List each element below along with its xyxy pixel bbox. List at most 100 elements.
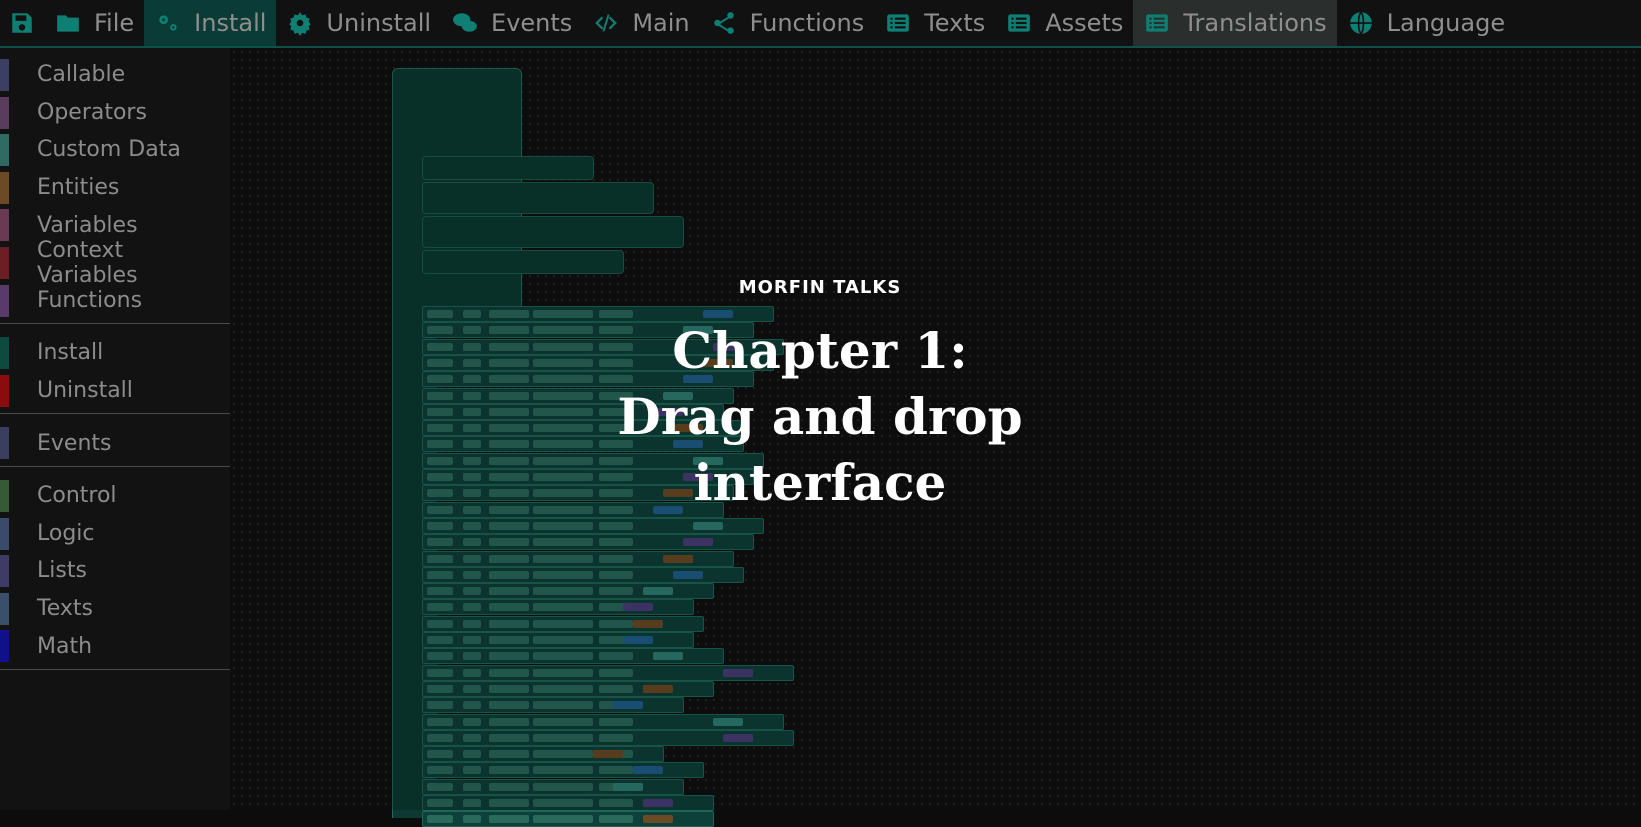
block-field [599, 766, 633, 775]
block-field [533, 310, 593, 318]
category-logic[interactable]: Logic [0, 515, 230, 553]
member-property-block[interactable] [422, 566, 744, 583]
block-field [427, 554, 453, 563]
member-property-block[interactable] [422, 648, 724, 665]
toolbar-install-button[interactable]: Install [144, 0, 277, 46]
block-field [489, 456, 529, 465]
block-field [463, 570, 481, 579]
toolbar-functions-button[interactable]: Functions [700, 0, 875, 46]
block-field [489, 342, 529, 351]
member-property-block[interactable] [422, 713, 784, 730]
block-field [489, 407, 529, 416]
setting-block[interactable] [422, 216, 684, 248]
member-property-block[interactable] [422, 632, 694, 648]
toolbar-translations-button[interactable]: Translations [1133, 0, 1337, 46]
category-label: Callable [37, 62, 126, 88]
member-property-block[interactable] [422, 778, 684, 795]
category-color-bar [0, 555, 9, 588]
block-field [427, 440, 453, 449]
category-install[interactable]: Install [0, 334, 230, 372]
toolbar-main-button[interactable]: Main [582, 0, 699, 46]
setting-block[interactable] [422, 182, 654, 214]
block-field [533, 538, 593, 547]
member-property-block[interactable] [422, 729, 794, 746]
toolbar-file-button[interactable]: File [44, 0, 144, 46]
member-property-block[interactable] [422, 583, 714, 600]
member-property-block[interactable] [422, 746, 664, 763]
setting-block[interactable] [422, 156, 594, 180]
member-property-block[interactable] [422, 599, 694, 616]
block-field [599, 815, 633, 824]
category-texts[interactable]: Texts [0, 590, 230, 628]
member-property-block[interactable] [422, 697, 684, 714]
category-uninstall[interactable]: Uninstall [0, 372, 230, 410]
block-field [427, 636, 453, 644]
save-icon [8, 9, 36, 37]
sidebar-divider [0, 413, 230, 415]
category-math[interactable]: Math [0, 627, 230, 665]
block-field [463, 391, 481, 400]
category-functions[interactable]: Functions [0, 282, 230, 320]
member-property-block[interactable] [422, 795, 714, 811]
block-field [427, 684, 453, 693]
toolbar-language-label: Language [1386, 9, 1506, 37]
member-property-block[interactable] [422, 762, 704, 779]
member-property-block[interactable] [422, 664, 794, 681]
block-field [489, 505, 529, 514]
category-context-variables[interactable]: Context Variables [0, 238, 230, 288]
block-field [427, 326, 453, 335]
overlay-title-line: Chapter 1: [672, 321, 968, 380]
block-field [463, 505, 481, 514]
category-color-bar [0, 209, 9, 242]
block-field [427, 342, 453, 351]
toolbar-uninstall-button[interactable]: Uninstall [276, 0, 441, 46]
member-property-block[interactable] [422, 811, 714, 827]
block-field [463, 358, 481, 367]
toolbar-events-label: Events [491, 9, 573, 37]
setting-block[interactable] [422, 250, 624, 274]
category-label: Events [37, 430, 112, 456]
category-label: Control [37, 483, 117, 509]
block-field [683, 538, 713, 547]
category-events[interactable]: Events [0, 424, 230, 462]
folder-icon [54, 9, 82, 37]
member-property-block[interactable] [422, 615, 704, 632]
category-color-bar [0, 96, 9, 129]
block-field [693, 521, 723, 530]
block-field [463, 342, 481, 351]
category-custom-data[interactable]: Custom Data [0, 131, 230, 169]
category-entities[interactable]: Entities [0, 169, 230, 207]
block-field [489, 733, 529, 742]
member-property-block[interactable] [422, 534, 754, 551]
member-property-block[interactable] [422, 517, 764, 534]
block-field [489, 668, 529, 677]
block-field [489, 440, 529, 449]
toolbar-assets-button[interactable]: Assets [995, 0, 1133, 46]
block-field [427, 701, 453, 710]
block-field [427, 668, 453, 677]
block-field [533, 521, 593, 530]
share-nodes-icon [710, 9, 738, 37]
block-field [463, 489, 481, 498]
category-operators[interactable]: Operators [0, 94, 230, 132]
block-field [489, 391, 529, 400]
toolbar-events-button[interactable]: Events [441, 0, 582, 46]
category-callable[interactable]: Callable [0, 56, 230, 94]
toolbar-texts-button[interactable]: Texts [874, 0, 995, 46]
category-lists[interactable]: Lists [0, 552, 230, 590]
block-field [463, 538, 481, 547]
block-field [463, 310, 481, 318]
block-field [533, 554, 593, 563]
block-field [463, 424, 481, 433]
toolbar-uninstall-label: Uninstall [326, 9, 432, 37]
block-field [489, 310, 529, 318]
toolbar-language-button[interactable]: Language [1337, 0, 1515, 46]
member-property-block[interactable] [422, 680, 714, 697]
block-field [489, 717, 529, 726]
toolbar-save-button[interactable] [0, 0, 44, 46]
member-property-block[interactable] [422, 550, 734, 567]
block-field [489, 603, 529, 612]
block-field [463, 456, 481, 465]
block-field [643, 815, 673, 824]
category-control[interactable]: Control [0, 477, 230, 515]
